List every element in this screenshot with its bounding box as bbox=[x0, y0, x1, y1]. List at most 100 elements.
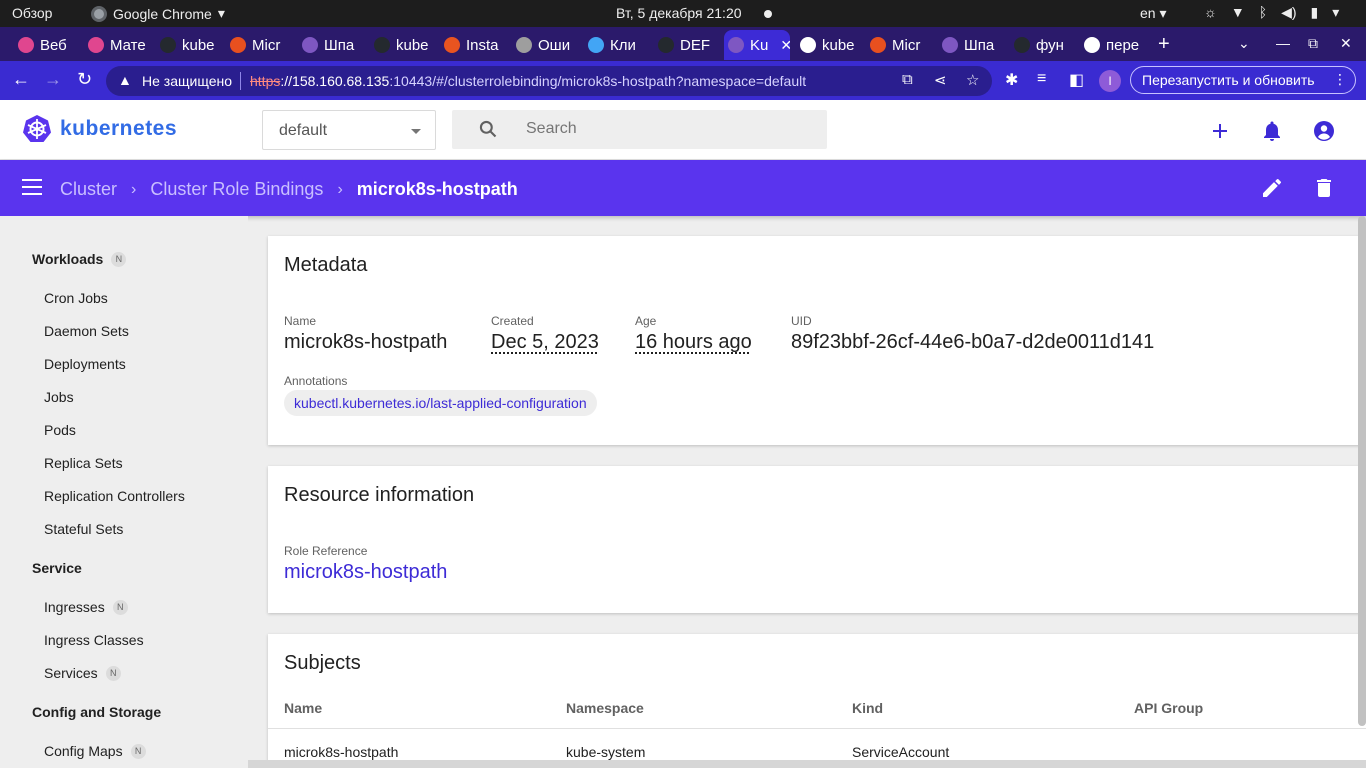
sidebar-item-cron-jobs[interactable]: Cron Jobs bbox=[44, 290, 108, 306]
delete-trash-icon[interactable] bbox=[1312, 176, 1336, 200]
browser-tab[interactable]: фун bbox=[1010, 30, 1078, 60]
language-selector[interactable]: en ▾ bbox=[1140, 5, 1167, 22]
activities-button[interactable]: Обзор bbox=[12, 5, 52, 21]
warning-icon[interactable]: ▲ bbox=[118, 72, 132, 88]
column-header-name[interactable]: Name bbox=[284, 700, 322, 716]
chrome-icon bbox=[91, 5, 107, 22]
sidebar-item-deployments[interactable]: Deployments bbox=[44, 356, 126, 372]
kubernetes-logo[interactable]: kubernetes bbox=[22, 114, 177, 144]
browser-tab[interactable]: kube bbox=[156, 30, 224, 60]
tab-search-icon[interactable]: ⌄ bbox=[1238, 35, 1250, 52]
tab-label: Кли bbox=[610, 36, 636, 54]
app-menu[interactable]: Google Chrome ▾ bbox=[91, 5, 225, 22]
security-label[interactable]: Не защищено bbox=[142, 73, 232, 89]
breadcrumb-current: microk8s-hostpath bbox=[356, 179, 518, 199]
chevron-right-icon: › bbox=[337, 180, 343, 198]
new-tab-button[interactable]: + bbox=[1158, 33, 1170, 56]
browser-tab[interactable]: Ku ✕ bbox=[724, 30, 790, 60]
kubernetes-wheel-icon bbox=[23, 115, 51, 142]
section-label: Workloads bbox=[32, 251, 104, 267]
relaunch-update-button[interactable]: Перезапустить и обновить ⋮ bbox=[1130, 66, 1356, 94]
maximize-icon[interactable]: ⧉ bbox=[1308, 35, 1318, 52]
sidebar-item-label: Replica Sets bbox=[44, 455, 123, 471]
column-header-api-group[interactable]: API Group bbox=[1134, 700, 1203, 716]
search-input[interactable] bbox=[526, 120, 806, 138]
sidebar-item-ingresses[interactable]: Ingresses N bbox=[44, 599, 128, 615]
browser-tab[interactable]: Веб bbox=[14, 30, 82, 60]
side-panel-icon[interactable]: ◧ bbox=[1069, 70, 1084, 90]
address-bar[interactable]: ▲ Не защищено https://158.160.68.135:104… bbox=[106, 66, 992, 96]
sidebar-item-label: Ingress Classes bbox=[44, 632, 144, 648]
edit-pencil-icon[interactable] bbox=[1260, 176, 1284, 200]
close-window-icon[interactable]: ✕ bbox=[1340, 35, 1352, 52]
url-text[interactable]: https://158.160.68.135:10443/#/clusterro… bbox=[250, 73, 806, 89]
minimize-icon[interactable]: — bbox=[1276, 35, 1290, 51]
create-plus-icon[interactable] bbox=[1208, 119, 1232, 143]
created-value[interactable]: Dec 5, 2023 bbox=[491, 331, 599, 354]
sidebar-item-pods[interactable]: Pods bbox=[44, 422, 76, 438]
sidebar-item-stateful-sets[interactable]: Stateful Sets bbox=[44, 521, 123, 537]
subject-name-link[interactable]: microk8s-hostpath bbox=[284, 744, 398, 760]
card-title: Subjects bbox=[284, 652, 361, 674]
browser-tab[interactable]: Insta bbox=[440, 30, 510, 60]
browser-tab[interactable]: kube bbox=[370, 30, 438, 60]
sidebar-item-replication-controllers[interactable]: Replication Controllers bbox=[44, 488, 185, 504]
extensions-icon[interactable]: ✱ bbox=[1005, 70, 1018, 90]
system-top-bar: Обзор Google Chrome ▾ Вт, 5 декабря 21:2… bbox=[0, 0, 1366, 27]
translate-icon[interactable]: ⧉ bbox=[902, 71, 913, 88]
close-tab-icon[interactable]: ✕ bbox=[780, 37, 790, 54]
browser-tab[interactable]: Шпа bbox=[298, 30, 368, 60]
battery-icon: ▮ bbox=[1310, 4, 1319, 20]
sidebar-item-services[interactable]: Services N bbox=[44, 665, 121, 681]
reload-icon[interactable]: ↻ bbox=[77, 69, 92, 90]
more-vert-icon[interactable]: ⋮ bbox=[1333, 71, 1347, 88]
bookmark-star-icon[interactable]: ☆ bbox=[966, 71, 979, 89]
notifications-bell-icon[interactable] bbox=[1260, 119, 1284, 143]
sidebar-item-config-maps[interactable]: Config Maps N bbox=[44, 743, 146, 759]
browser-tab[interactable]: Шпа bbox=[938, 30, 1008, 60]
annotation-chip[interactable]: kubectl.kubernetes.io/last-applied-confi… bbox=[284, 390, 597, 416]
sidebar-section-service[interactable]: Service bbox=[32, 560, 82, 576]
share-icon[interactable]: ⋖ bbox=[934, 71, 947, 89]
sidebar-section-workloads[interactable]: Workloads N bbox=[32, 251, 127, 267]
browser-tab[interactable]: Кли bbox=[584, 30, 652, 60]
name-label: Name bbox=[284, 314, 317, 328]
forward-icon[interactable]: → bbox=[44, 69, 62, 90]
sidebar-item-label: Ingresses bbox=[44, 599, 105, 615]
age-label: Age bbox=[635, 314, 657, 328]
vertical-scrollbar[interactable] bbox=[1358, 216, 1366, 726]
age-value[interactable]: 16 hours ago bbox=[635, 331, 752, 354]
sidebar-item-replica-sets[interactable]: Replica Sets bbox=[44, 455, 123, 471]
browser-tab[interactable]: Micr bbox=[866, 30, 936, 60]
horizontal-scrollbar[interactable] bbox=[248, 760, 1366, 768]
browser-tab[interactable]: Оши bbox=[512, 30, 582, 60]
brand-name: kubernetes bbox=[60, 117, 178, 140]
browser-tab[interactable]: Мате bbox=[84, 30, 154, 60]
breadcrumb-cluster-role-bindings[interactable]: Cluster Role Bindings bbox=[150, 179, 323, 200]
media-control-icon[interactable]: ≡ bbox=[1037, 70, 1046, 88]
system-tray[interactable]: ☼ ▼ ᛒ ◀) ▮ ▾ bbox=[1204, 4, 1339, 21]
sidebar-section-config-storage[interactable]: Config and Storage bbox=[32, 704, 161, 720]
role-reference-link[interactable]: microk8s-hostpath bbox=[284, 561, 447, 584]
browser-tab[interactable]: kube bbox=[796, 30, 864, 60]
browser-tab[interactable]: Micr bbox=[226, 30, 296, 60]
uid-value: 89f23bbf-26cf-44e6-b0a7-d2de0011d141 bbox=[791, 331, 1155, 353]
divider bbox=[240, 72, 241, 90]
browser-tab[interactable]: DEF bbox=[654, 30, 722, 60]
account-circle-icon[interactable] bbox=[1312, 119, 1336, 143]
sidebar-item-label: Cron Jobs bbox=[44, 290, 108, 306]
breadcrumb-cluster[interactable]: Cluster bbox=[60, 179, 117, 200]
search-box[interactable] bbox=[452, 110, 827, 149]
profile-avatar[interactable]: I bbox=[1099, 70, 1121, 92]
sidebar-item-ingress-classes[interactable]: Ingress Classes bbox=[44, 632, 144, 648]
back-icon[interactable]: ← bbox=[12, 69, 30, 90]
sidebar-item-jobs[interactable]: Jobs bbox=[44, 389, 74, 405]
browser-tab[interactable]: пере bbox=[1080, 30, 1144, 60]
sidebar-item-daemon-sets[interactable]: Daemon Sets bbox=[44, 323, 129, 339]
menu-hamburger-icon[interactable] bbox=[22, 179, 42, 195]
namespace-selector[interactable]: default bbox=[262, 110, 436, 150]
clock[interactable]: Вт, 5 декабря 21:20 bbox=[616, 5, 742, 21]
column-header-namespace[interactable]: Namespace bbox=[566, 700, 644, 716]
column-header-kind[interactable]: Kind bbox=[852, 700, 883, 716]
globe-icon bbox=[800, 37, 816, 53]
